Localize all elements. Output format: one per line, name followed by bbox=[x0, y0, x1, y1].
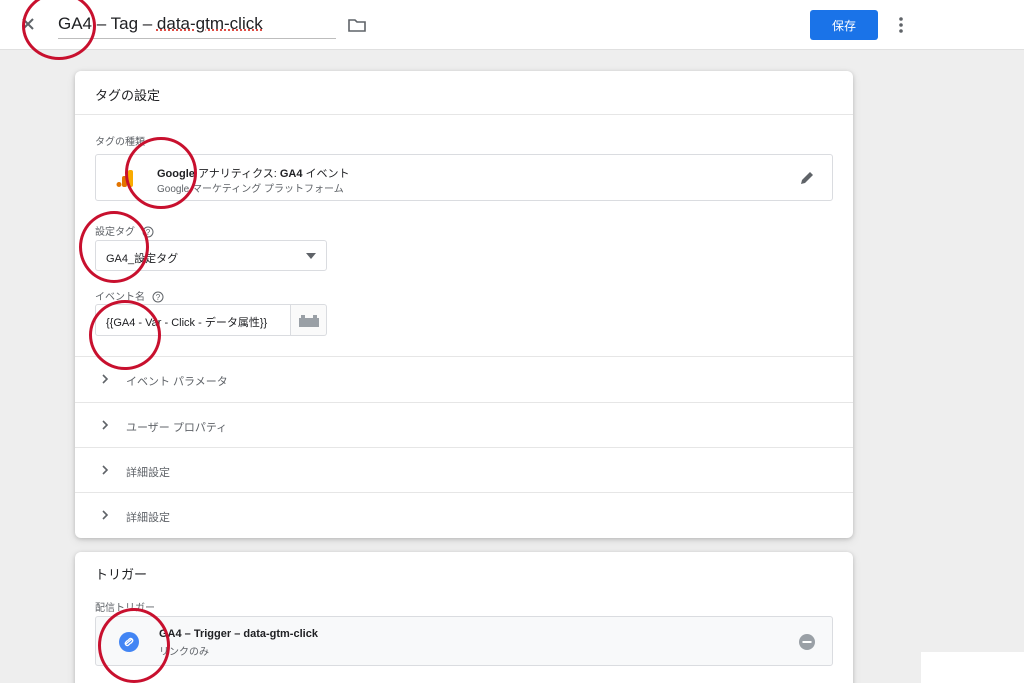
section-label: ユーザー プロパティ bbox=[126, 422, 228, 434]
variable-picker-button[interactable] bbox=[291, 304, 327, 336]
section-label: イベント パラメータ bbox=[126, 376, 228, 388]
tag-config-card: タグの設定 タグの種類 Google アナリティクス: GA4 イベント Goo… bbox=[75, 71, 853, 538]
top-bar: GA4 – Tag – data-gtm-click 保存 bbox=[0, 0, 1024, 50]
tag-title-input[interactable]: GA4 – Tag – data-gtm-click bbox=[58, 14, 336, 39]
annotation-circle bbox=[98, 608, 170, 683]
trigger-card: トリガー 配信トリガー GA4 – Trigger – data-gtm-cli… bbox=[75, 552, 853, 683]
chevron-right-icon bbox=[102, 465, 109, 475]
section-advanced-settings-2[interactable]: 詳細設定 bbox=[75, 492, 853, 538]
annotation-circle bbox=[89, 300, 161, 370]
more-options-button[interactable] bbox=[893, 14, 909, 36]
annotation-circle bbox=[125, 137, 197, 209]
annotation-circle bbox=[79, 211, 149, 283]
section-user-properties[interactable]: ユーザー プロパティ bbox=[75, 402, 853, 448]
remove-icon[interactable] bbox=[798, 633, 816, 651]
tag-type-name-mid: アナリティクス: bbox=[194, 168, 280, 180]
trigger-item[interactable]: GA4 – Trigger – data-gtm-click リンクのみ bbox=[95, 616, 833, 666]
trigger-name: GA4 – Trigger – data-gtm-click bbox=[159, 628, 318, 640]
variable-icon bbox=[299, 315, 319, 327]
tag-type-name-bold: GA4 bbox=[279, 168, 303, 180]
chevron-right-icon bbox=[102, 510, 109, 520]
svg-text:?: ? bbox=[156, 293, 161, 302]
section-event-parameters[interactable]: イベント パラメータ bbox=[75, 356, 853, 402]
more-vert-icon bbox=[899, 17, 903, 33]
help-icon[interactable]: ? bbox=[152, 291, 164, 303]
tag-title-suffix: data-gtm-click bbox=[156, 14, 263, 33]
section-advanced-settings[interactable]: 詳細設定 bbox=[75, 447, 853, 493]
folder-icon bbox=[348, 19, 366, 32]
tag-config-heading: タグの設定 bbox=[75, 71, 853, 115]
trigger-heading: トリガー bbox=[95, 567, 148, 582]
section-label: 詳細設定 bbox=[126, 467, 170, 479]
dropdown-arrow-icon bbox=[306, 253, 316, 259]
section-label: 詳細設定 bbox=[126, 512, 170, 524]
chevron-right-icon bbox=[102, 420, 109, 430]
tag-type-name-end: イベント bbox=[302, 168, 350, 180]
tag-type-selector[interactable]: Google アナリティクス: GA4 イベント Google マーケティング … bbox=[95, 154, 833, 201]
white-patch bbox=[921, 652, 1024, 683]
edit-icon[interactable] bbox=[798, 169, 816, 187]
chevron-right-icon bbox=[102, 374, 109, 384]
annotation-circle bbox=[22, 0, 96, 60]
save-button[interactable]: 保存 bbox=[810, 10, 878, 40]
folder-button[interactable] bbox=[347, 15, 367, 35]
